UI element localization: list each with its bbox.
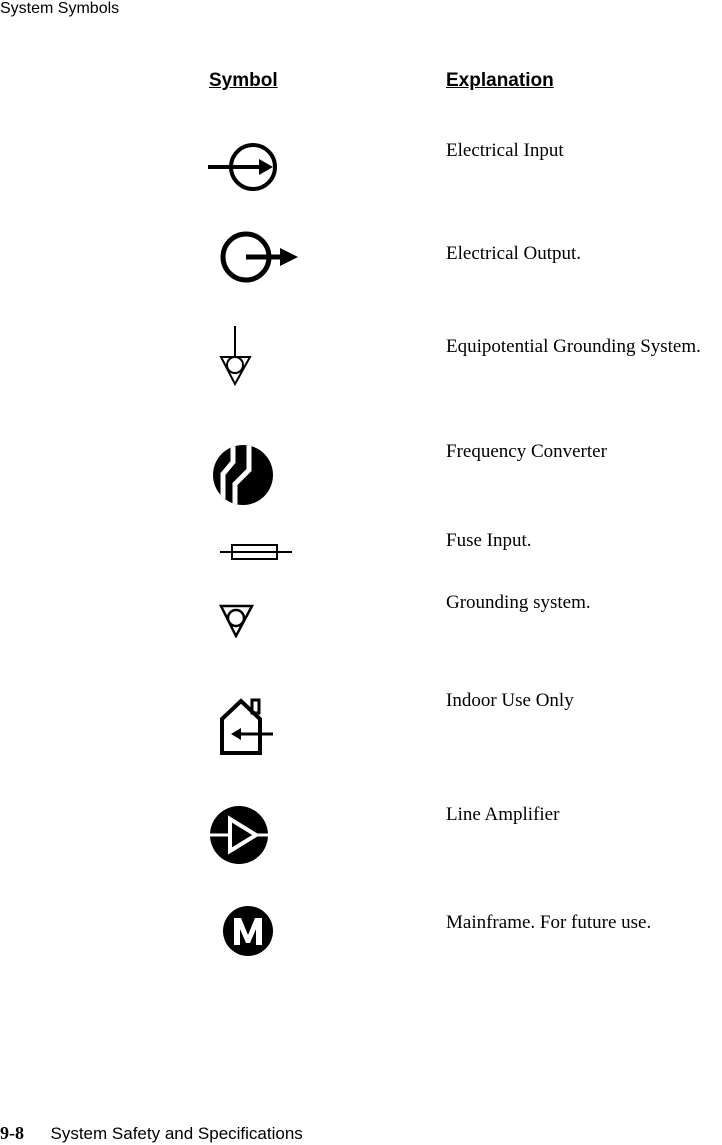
- explanation-text: Frequency Converter: [446, 441, 607, 462]
- equipotential-grounding-icon: [219, 326, 252, 387]
- page-footer: 9-8 System Safety and Specifications: [0, 1122, 303, 1145]
- column-header-symbol: Symbol: [209, 70, 278, 91]
- frequency-converter-icon: [213, 445, 273, 505]
- running-header: System Symbols: [0, 0, 120, 17]
- electrical-output-icon: [220, 231, 298, 283]
- column-header-explanation: Explanation: [446, 70, 554, 91]
- page-number: 9-8: [0, 1123, 24, 1143]
- mainframe-icon: [223, 906, 273, 956]
- explanation-text: Grounding system.: [446, 592, 591, 613]
- explanation-text: Line Amplifier: [446, 804, 560, 825]
- explanation-text: Equipotential Grounding System.: [446, 336, 701, 357]
- explanation-text: Fuse Input.: [446, 530, 532, 551]
- explanation-text: Indoor Use Only: [446, 690, 574, 711]
- grounding-system-icon: [219, 604, 255, 638]
- line-amplifier-icon: [208, 806, 270, 864]
- explanation-text: Mainframe. For future use.: [446, 912, 652, 933]
- section-title: System Safety and Specifications: [50, 1124, 303, 1143]
- electrical-input-icon: [208, 143, 277, 191]
- explanation-text: Electrical Output.: [446, 243, 582, 264]
- explanation-text: Electrical Input: [446, 140, 564, 161]
- fuse-input-icon: [220, 544, 292, 560]
- indoor-use-only-icon: [220, 698, 273, 755]
